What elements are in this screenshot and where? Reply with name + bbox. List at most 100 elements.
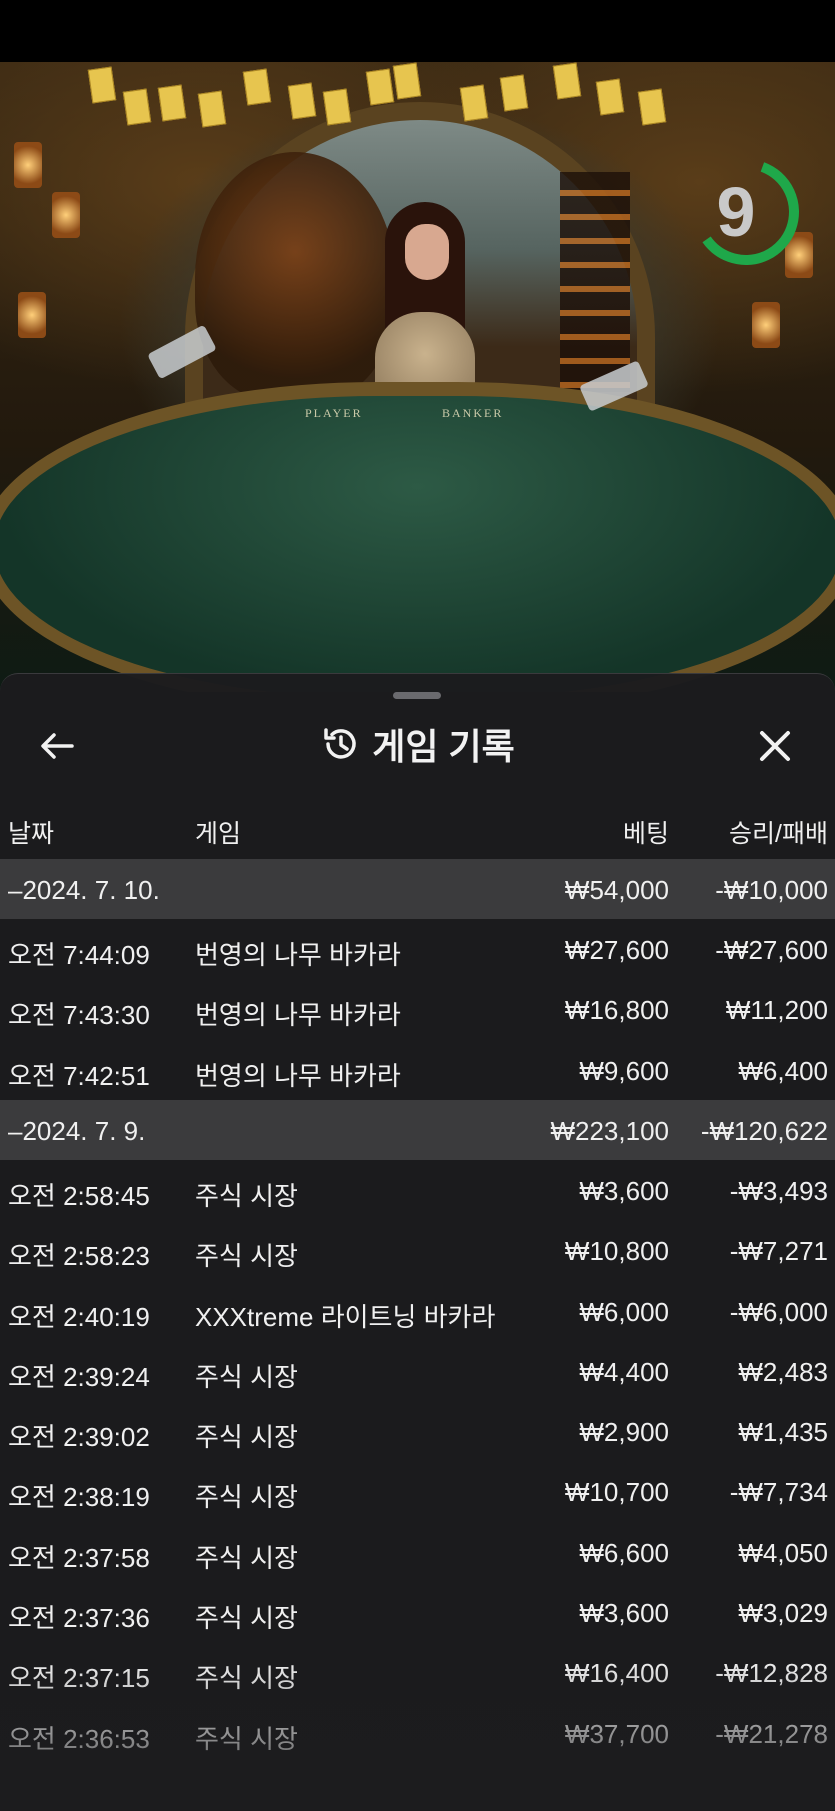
row-bet: ₩27,600	[564, 935, 669, 965]
row-time: 오전 2:58:45	[8, 1180, 150, 1211]
row-bet: ₩3,600	[579, 1175, 669, 1206]
date-group-row[interactable]: –2024. 7. 9. ₩223,100 -₩120,622	[0, 1099, 835, 1160]
row-bet: ₩10,800	[564, 1236, 669, 1267]
row-time: 오전 2:40:19	[8, 1301, 150, 1332]
history-row[interactable]: 오전 2:36:53 주식 시장 ₩37,700 -₩21,278	[0, 1703, 835, 1763]
column-header-game[interactable]: 게임	[195, 814, 241, 850]
hanging-card	[459, 84, 489, 122]
group-date: –2024. 7. 10.	[8, 875, 160, 905]
history-row[interactable]: 오전 2:39:02 주식 시장 ₩2,900 ₩1,435	[0, 1401, 835, 1461]
hanging-card	[122, 88, 152, 126]
hanging-card	[87, 66, 117, 104]
status-bar	[0, 0, 835, 62]
group-result-total: -₩10,000	[715, 875, 828, 905]
row-game-name: 주식 시장	[195, 1361, 298, 1392]
row-result: -₩12,828	[715, 1658, 828, 1689]
history-row[interactable]: 오전 7:44:09 번영의 나무 바카라 ₩27,600 -₩27,600	[0, 919, 835, 979]
row-bet: ₩16,800	[564, 995, 669, 1026]
row-time: 오전 7:43:30	[8, 1000, 150, 1031]
row-time: 오전 2:36:53	[8, 1723, 150, 1754]
date-group-row[interactable]: –2024. 7. 10. ₩54,000 -₩10,000	[0, 859, 835, 919]
history-row[interactable]: 오전 2:58:23 주식 시장 ₩10,800 -₩7,271	[0, 1220, 835, 1280]
row-bet: ₩6,000	[579, 1296, 669, 1327]
group-bet-total: ₩54,000	[564, 875, 669, 905]
felt-player-label: PLAYER	[305, 406, 363, 420]
arrow-left-icon	[41, 733, 74, 759]
row-result: -₩6,000	[729, 1296, 828, 1327]
background-tree	[195, 152, 395, 402]
column-header-bet[interactable]: 베팅	[623, 814, 669, 850]
row-game-name: XXXtreme 라이트닝 바카라	[195, 1301, 496, 1332]
row-game-name: 번영의 나무 바카라	[195, 1060, 401, 1091]
felt-banker-label: BANKER	[442, 406, 504, 420]
panel-header: 게임 기록	[0, 714, 835, 774]
row-result: ₩6,400	[738, 1055, 828, 1086]
row-game-name: 주식 시장	[195, 1422, 298, 1453]
history-row[interactable]: 오전 7:43:30 번영의 나무 바카라 ₩16,800 ₩11,200	[0, 979, 835, 1039]
row-game-name: 번영의 나무 바카라	[195, 1000, 401, 1031]
panel-title: 게임 기록	[372, 726, 515, 767]
row-result: ₩2,483	[738, 1356, 828, 1387]
background-pagoda	[560, 172, 630, 392]
history-row[interactable]: 오전 2:38:19 주식 시장 ₩10,700 -₩7,734	[0, 1461, 835, 1521]
column-header-date[interactable]: 날짜	[8, 814, 54, 850]
history-row[interactable]: 오전 2:37:15 주식 시장 ₩16,400 -₩12,828	[0, 1642, 835, 1702]
row-time: 오전 2:58:23	[8, 1241, 150, 1272]
row-game-name: 주식 시장	[195, 1603, 298, 1633]
close-icon	[760, 731, 790, 761]
history-row[interactable]: 오전 7:42:51 번영의 나무 바카라 ₩9,600 ₩6,400	[0, 1040, 835, 1100]
row-bet: ₩4,400	[579, 1356, 669, 1387]
hanging-card	[157, 84, 187, 122]
hanging-card	[637, 88, 667, 126]
history-row[interactable]: 오전 2:39:24 주식 시장 ₩4,400 ₩2,483	[0, 1341, 835, 1401]
history-row[interactable]: 오전 2:40:19 XXXtreme 라이트닝 바카라 ₩6,000 -₩6,000	[0, 1281, 835, 1341]
row-result: -₩27,600	[715, 935, 828, 965]
history-row[interactable]: 오전 2:58:45 주식 시장 ₩3,600 -₩3,493	[0, 1160, 835, 1220]
hanging-card	[392, 62, 422, 100]
wall-lantern	[18, 292, 46, 338]
countdown-timer-value: 9	[716, 173, 756, 251]
group-date: –2024. 7. 9.	[8, 1115, 146, 1146]
game-history-panel: 게임 기록 날짜 게임 베팅 승리/패배 –2024. 7. 10. ₩54,00…	[0, 673, 835, 1811]
row-time: 오전 7:42:51	[8, 1060, 150, 1091]
row-game-name: 주식 시장	[195, 1180, 298, 1211]
hanging-card	[197, 90, 227, 128]
row-game-name: 주식 시장	[195, 1542, 298, 1573]
row-result: -₩7,271	[729, 1236, 828, 1267]
row-bet: ₩2,900	[579, 1417, 669, 1448]
column-header-result[interactable]: 승리/패배	[729, 814, 828, 850]
hanging-card	[595, 78, 625, 116]
history-row[interactable]: 오전 2:37:58 주식 시장 ₩6,600 ₩4,050	[0, 1522, 835, 1582]
baccarat-table	[0, 382, 835, 692]
wall-lantern	[14, 142, 42, 188]
row-result: ₩3,029	[738, 1598, 828, 1628]
history-row[interactable]: 오전 2:37:36 주식 시장 ₩3,600 ₩3,029	[0, 1582, 835, 1642]
row-game-name: 주식 시장	[195, 1241, 298, 1272]
hanging-card	[365, 68, 395, 106]
row-bet: ₩16,400	[564, 1658, 669, 1689]
hanging-card	[322, 88, 352, 126]
row-result: ₩1,435	[738, 1417, 828, 1448]
row-bet: ₩10,700	[564, 1477, 669, 1508]
history-icon	[324, 728, 356, 759]
row-time: 오전 2:37:36	[8, 1603, 150, 1633]
row-bet: ₩3,600	[579, 1598, 669, 1628]
row-time: 오전 2:39:02	[8, 1422, 150, 1453]
row-bet: ₩37,700	[564, 1718, 669, 1749]
row-game-name: 번영의 나무 바카라	[195, 940, 401, 970]
row-result: ₩4,050	[738, 1537, 828, 1568]
row-bet: ₩9,600	[579, 1055, 669, 1086]
hanging-card	[499, 74, 529, 112]
row-time: 오전 2:38:19	[8, 1482, 150, 1513]
row-game-name: 주식 시장	[195, 1482, 298, 1513]
hanging-card	[242, 68, 272, 106]
row-game-name: 주식 시장	[195, 1723, 298, 1754]
row-time: 오전 7:44:09	[8, 940, 150, 970]
title-group: 게임 기록	[0, 714, 835, 774]
row-game-name: 주식 시장	[195, 1663, 298, 1694]
back-button[interactable]	[36, 724, 80, 768]
close-button[interactable]	[753, 724, 797, 768]
dealer-face	[405, 224, 449, 280]
row-bet: ₩6,600	[579, 1537, 669, 1568]
drag-handle[interactable]	[393, 692, 441, 699]
